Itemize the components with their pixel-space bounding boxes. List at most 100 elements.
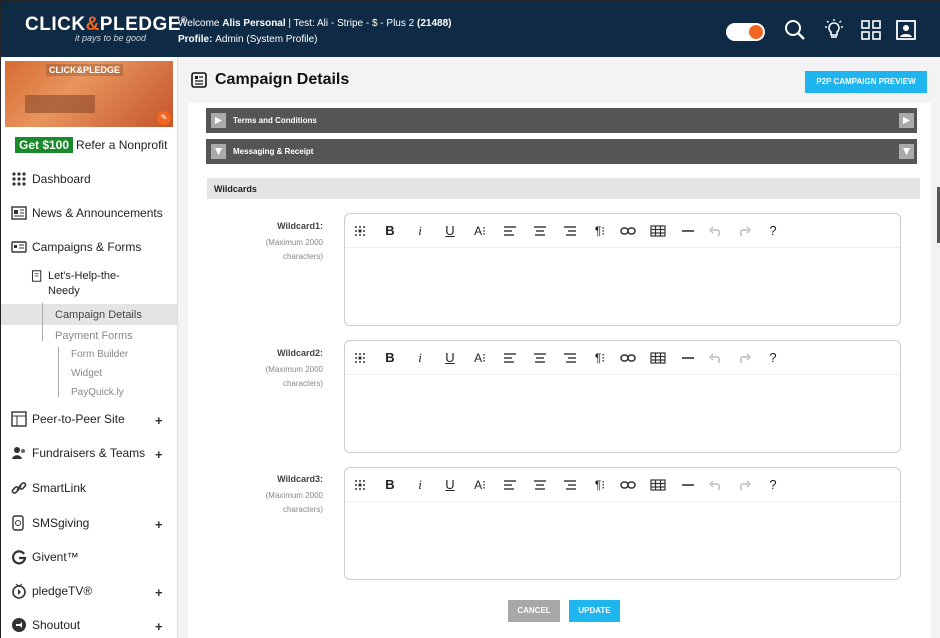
paragraph-button[interactable]: ¶⁝	[591, 349, 609, 367]
expand-p2p-icon[interactable]: +	[155, 413, 163, 428]
underline-button[interactable]: U	[441, 349, 459, 367]
horizontal-line-icon[interactable]	[679, 476, 697, 494]
align-right-icon[interactable]	[561, 222, 579, 240]
sidebar-item-p2p[interactable]: Peer-to-Peer Site	[11, 409, 125, 429]
sidebar-item-label: Peer-to-Peer Site	[32, 412, 125, 426]
sidebar-item-campaigns[interactable]: Campaigns & Forms	[11, 237, 141, 257]
insert-link-icon[interactable]	[619, 222, 637, 240]
insert-table-icon[interactable]	[649, 349, 667, 367]
align-right-icon[interactable]	[561, 476, 579, 494]
sidebar-item-givent[interactable]: Givent™	[11, 547, 79, 567]
search-icon[interactable]	[784, 19, 806, 41]
apps-grid-icon[interactable]	[860, 19, 882, 41]
sidebar-item-smsgiving[interactable]: SMSgiving	[11, 513, 89, 533]
help-button[interactable]: ?	[764, 222, 782, 240]
sidebar-item-label: Givent™	[32, 550, 79, 564]
align-right-icon[interactable]	[561, 349, 579, 367]
align-center-icon[interactable]	[531, 349, 549, 367]
theme-toggle[interactable]	[726, 23, 765, 41]
section-title: Wildcards	[214, 184, 257, 194]
select-all-icon[interactable]	[351, 222, 369, 240]
tv-icon	[12, 583, 26, 599]
insert-table-icon[interactable]	[649, 476, 667, 494]
sidebar-item-dashboard[interactable]: Dashboard	[11, 169, 91, 189]
accordion-messaging-receipt[interactable]: Messaging & Receipt	[206, 139, 917, 164]
insert-link-icon[interactable]	[619, 349, 637, 367]
redo-icon[interactable]	[735, 349, 753, 367]
wildcard3-editor[interactable]: B i U A⁝ ¶⁝ ?	[344, 467, 901, 580]
align-left-icon[interactable]	[501, 222, 519, 240]
welcome-prefix: Welcome	[178, 18, 223, 29]
redo-icon[interactable]	[735, 476, 753, 494]
sidebar-sub-campaign-details[interactable]: Campaign Details	[55, 309, 142, 321]
campaign-name-item[interactable]: Let's-Help-the- Needy	[31, 269, 120, 301]
insert-table-icon[interactable]	[649, 222, 667, 240]
align-left-icon[interactable]	[501, 476, 519, 494]
update-button[interactable]: UPDATE	[569, 600, 620, 622]
campaign-card-icon	[11, 241, 27, 253]
help-button[interactable]: ?	[764, 476, 782, 494]
user-name: Alis Personal	[222, 18, 286, 29]
font-size-button[interactable]: A⁝	[471, 476, 489, 494]
banner-desk	[25, 95, 95, 113]
paragraph-button[interactable]: ¶⁝	[591, 222, 609, 240]
undo-icon[interactable]	[707, 349, 725, 367]
profile-label: Profile:	[178, 34, 216, 45]
sidebar-item-smartlink[interactable]: SmartLink	[11, 478, 86, 498]
clickandpledge-logo[interactable]: CLICK&PLEDGE® it pays to be good	[25, 14, 187, 43]
align-center-icon[interactable]	[531, 222, 549, 240]
bold-button[interactable]: B	[381, 222, 399, 240]
insert-link-icon[interactable]	[619, 476, 637, 494]
expand-fundraisers-icon[interactable]: +	[155, 447, 163, 462]
underline-button[interactable]: U	[441, 476, 459, 494]
wildcard2-editor[interactable]: B i U A⁝ ¶⁝ ?	[344, 340, 901, 453]
font-size-button[interactable]: A⁝	[471, 222, 489, 240]
welcome-info: Welcome Alis Personal | Test: Ali - Stri…	[178, 16, 451, 48]
paragraph-button[interactable]: ¶⁝	[591, 476, 609, 494]
expand-pledgetv-icon[interactable]: +	[155, 585, 163, 600]
campaign-book-icon	[31, 270, 42, 282]
accordion-terms-and-conditions[interactable]: Terms and Conditions	[206, 108, 917, 133]
brand-text-left: CLICK	[25, 14, 86, 35]
sidebar-sub-form-builder[interactable]: Form Builder	[71, 349, 128, 360]
horizontal-line-icon[interactable]	[679, 349, 697, 367]
bold-button[interactable]: B	[381, 349, 399, 367]
italic-button[interactable]: i	[411, 222, 429, 240]
edit-pencil-icon[interactable]: ✎	[157, 111, 171, 125]
sidebar-item-fundraisers[interactable]: Fundraisers & Teams	[11, 443, 145, 463]
italic-button[interactable]: i	[411, 349, 429, 367]
expand-arrow-icon	[211, 113, 226, 128]
help-button[interactable]: ?	[764, 349, 782, 367]
brand-text-right: PLEDGE	[99, 14, 181, 35]
undo-icon[interactable]	[707, 476, 725, 494]
undo-icon[interactable]	[707, 222, 725, 240]
lightbulb-icon[interactable]	[823, 19, 845, 41]
sidebar-sub-payquick[interactable]: PayQuick.ly	[71, 387, 124, 398]
sidebar-sub-widget[interactable]: Widget	[71, 368, 102, 379]
font-size-button[interactable]: A⁝	[471, 349, 489, 367]
expand-smsgiving-icon[interactable]: +	[155, 517, 163, 532]
sidebar-sub-payment-forms[interactable]: Payment Forms	[55, 330, 133, 342]
align-left-icon[interactable]	[501, 349, 519, 367]
select-all-icon[interactable]	[351, 349, 369, 367]
refer-nonprofit-link[interactable]: Get $100 Refer a Nonprofit	[15, 137, 167, 153]
user-profile-icon[interactable]	[895, 19, 917, 41]
sidebar-item-shoutout[interactable]: Shoutout	[11, 615, 80, 635]
horizontal-line-icon[interactable]	[679, 222, 697, 240]
redo-icon[interactable]	[735, 222, 753, 240]
sidebar-item-news[interactable]: News & Announcements	[11, 203, 163, 223]
sidebar-item-label: SMSgiving	[32, 516, 90, 530]
expand-shoutout-icon[interactable]: +	[155, 619, 163, 634]
campaign-name-line1: Let's-Help-the-	[48, 270, 120, 282]
underline-button[interactable]: U	[441, 222, 459, 240]
sidebar-item-label: SmartLink	[32, 481, 87, 495]
bold-button[interactable]: B	[381, 476, 399, 494]
p2p-campaign-preview-button[interactable]: P2P CAMPAIGN PREVIEW	[805, 71, 927, 93]
italic-button[interactable]: i	[411, 476, 429, 494]
select-all-icon[interactable]	[351, 476, 369, 494]
sidebar-item-pledgetv[interactable]: pledgeTV®	[11, 581, 92, 601]
expand-arrow-icon-right	[899, 113, 914, 128]
wildcard1-editor[interactable]: B i U A⁝ ¶⁝ ?	[344, 213, 901, 326]
align-center-icon[interactable]	[531, 476, 549, 494]
cancel-button[interactable]: CANCEL	[508, 600, 560, 622]
